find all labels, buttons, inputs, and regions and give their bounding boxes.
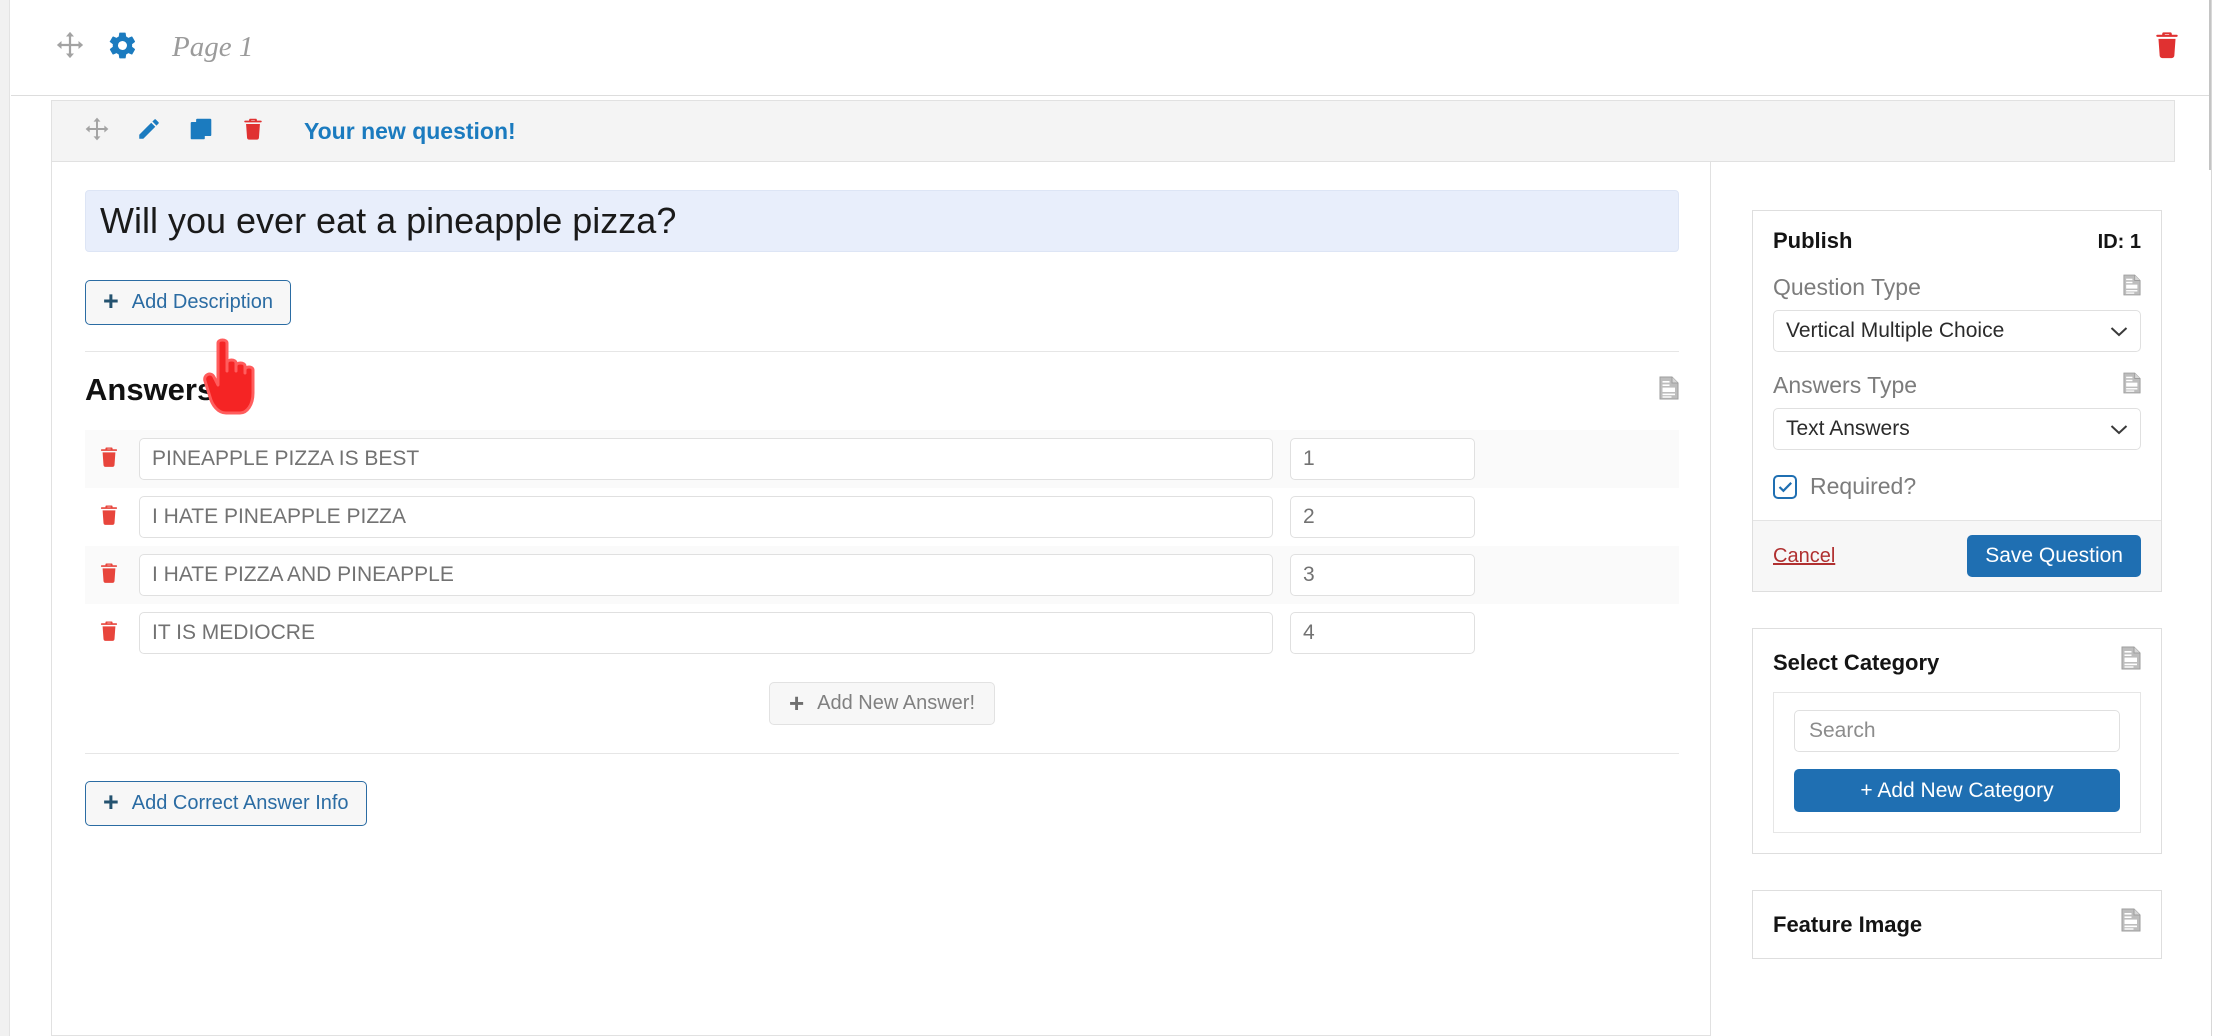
answers-type-select[interactable]: Text Answers: [1773, 408, 2141, 450]
question-edit-icon[interactable]: [136, 116, 162, 147]
answers-list: PINEAPPLE PIZZA IS BEST 1 I HATE PINEAPP…: [85, 430, 1679, 662]
add-description-wrap: + Add Description: [85, 280, 1677, 325]
chevron-down-icon: [2110, 319, 2128, 343]
page-scrollbar-thumb[interactable]: [2209, 0, 2211, 170]
gear-icon[interactable]: [107, 30, 138, 66]
publish-panel-footer: Cancel Save Question: [1753, 520, 2161, 591]
plus-icon: +: [103, 286, 119, 316]
question-move-icon[interactable]: [84, 116, 110, 147]
answers-type-help-document-icon[interactable]: [2123, 372, 2141, 399]
add-new-answer-label: Add New Answer!: [817, 692, 976, 714]
app-root: Page 1 Your new question! Will you ever …: [0, 0, 2214, 1036]
chevron-down-icon: [2110, 417, 2128, 441]
answer-row: PINEAPPLE PIZZA IS BEST 1: [85, 430, 1679, 488]
question-id-label: ID: 1: [2097, 231, 2141, 253]
sidebar: Publish ID: 1 Question Type Vertical Mul…: [1752, 210, 2162, 995]
cancel-link[interactable]: Cancel: [1773, 545, 1835, 568]
add-new-category-button[interactable]: + Add New Category: [1794, 769, 2120, 812]
select-category-panel: Select Category Search + Add New Categor…: [1752, 628, 2162, 854]
select-category-title: Select Category: [1773, 650, 1940, 675]
answers-type-value: Text Answers: [1786, 417, 1910, 440]
question-title-input[interactable]: Will you ever eat a pineapple pizza?: [85, 190, 1679, 252]
feature-image-body: Feature Image: [1753, 891, 2161, 958]
feature-image-panel: Feature Image: [1752, 890, 2162, 959]
move-icon[interactable]: [55, 30, 85, 65]
answer-row: I HATE PIZZA AND PINEAPPLE 3: [85, 546, 1679, 604]
answer-order-input[interactable]: 2: [1290, 496, 1475, 538]
required-checkbox[interactable]: [1773, 474, 1797, 499]
question-type-select[interactable]: Vertical Multiple Choice: [1773, 310, 2141, 352]
category-inner-box: Search + Add New Category: [1773, 692, 2141, 833]
required-row: Required?: [1773, 473, 2141, 500]
feature-image-help-document-icon[interactable]: [2121, 908, 2141, 937]
answer-delete-icon[interactable]: [97, 445, 121, 474]
answers-type-label-row: Answers Type: [1773, 372, 2141, 399]
answer-delete-icon[interactable]: [97, 619, 121, 648]
page-delete-icon[interactable]: [2151, 29, 2183, 66]
answer-text-input[interactable]: I HATE PIZZA AND PINEAPPLE: [139, 554, 1273, 596]
plus-icon: +: [103, 787, 119, 817]
editor-divider-top: [85, 351, 1679, 352]
question-type-help-document-icon[interactable]: [2123, 274, 2141, 301]
correct-answer-info-wrap: + Add Correct Answer Info: [85, 781, 1677, 826]
editor-divider-bottom: [85, 753, 1679, 754]
add-description-label: Add Description: [131, 291, 273, 313]
left-gutter: [0, 0, 10, 1036]
select-category-body: Select Category Search + Add New Categor…: [1753, 629, 2161, 853]
add-correct-answer-info-button[interactable]: + Add Correct Answer Info: [85, 781, 367, 826]
select-category-header: Select Category: [1773, 646, 2141, 676]
answers-header: Answers: [85, 372, 1679, 408]
feature-image-header: Feature Image: [1773, 908, 2141, 938]
question-type-label-row: Question Type: [1773, 274, 2141, 301]
answer-delete-icon[interactable]: [97, 561, 121, 590]
publish-panel-body: Publish ID: 1 Question Type Vertical Mul…: [1753, 211, 2161, 520]
answers-heading: Answers: [85, 372, 215, 407]
question-delete-icon[interactable]: [240, 116, 266, 147]
plus-icon: +: [788, 687, 805, 718]
answer-text-input[interactable]: IT IS MEDIOCRE: [139, 612, 1273, 654]
question-toolbar-title: Your new question!: [304, 117, 516, 144]
category-search-input[interactable]: Search: [1794, 710, 2120, 752]
answer-order-input[interactable]: 4: [1290, 612, 1475, 654]
page-title: Page 1: [172, 31, 254, 63]
add-description-button[interactable]: + Add Description: [85, 280, 291, 325]
answer-text-input[interactable]: I HATE PINEAPPLE PIZZA: [139, 496, 1273, 538]
answer-row: IT IS MEDIOCRE 4: [85, 604, 1679, 662]
save-question-button[interactable]: Save Question: [1967, 535, 2141, 577]
question-editor-card: Will you ever eat a pineapple pizza? + A…: [51, 162, 1711, 1036]
answers-type-label: Answers Type: [1773, 372, 1918, 398]
question-toolbar: Your new question!: [51, 100, 2175, 162]
feature-image-title: Feature Image: [1773, 912, 1923, 937]
answers-help-document-icon[interactable]: [1659, 376, 1679, 405]
add-new-answer-button[interactable]: + Add New Answer!: [768, 682, 996, 725]
add-correct-answer-info-label: Add Correct Answer Info: [131, 792, 349, 814]
answer-row: I HATE PINEAPPLE PIZZA 2: [85, 488, 1679, 546]
answer-order-input[interactable]: 3: [1290, 554, 1475, 596]
select-category-help-document-icon[interactable]: [2121, 646, 2141, 675]
required-label: Required?: [1810, 473, 1917, 499]
answer-delete-icon[interactable]: [97, 503, 121, 532]
answer-order-input[interactable]: 1: [1290, 438, 1475, 480]
add-answer-wrap: + Add New Answer!: [85, 682, 1679, 725]
question-type-value: Vertical Multiple Choice: [1786, 319, 2005, 342]
question-type-label: Question Type: [1773, 274, 1921, 300]
publish-panel-header: Publish ID: 1: [1773, 228, 2141, 254]
publish-title: Publish: [1773, 228, 1853, 253]
answer-text-input[interactable]: PINEAPPLE PIZZA IS BEST: [139, 438, 1273, 480]
publish-panel: Publish ID: 1 Question Type Vertical Mul…: [1752, 210, 2162, 592]
page-header: Page 1: [11, 0, 2211, 96]
question-duplicate-icon[interactable]: [188, 116, 214, 147]
